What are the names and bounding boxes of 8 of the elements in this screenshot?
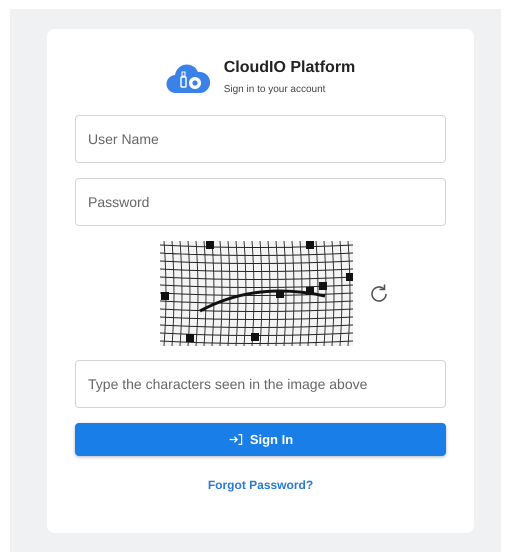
input-field[interactable]: Password <box>75 178 446 226</box>
captcha-field[interactable]: Type the characters seen in the image above <box>75 360 446 408</box>
app-title: CloudIO Platform <box>224 59 356 77</box>
forgot-password-link[interactable]: Forgot Password? <box>208 478 314 492</box>
sign-in-button[interactable]: Sign In <box>75 423 446 456</box>
input-field[interactable]: User Name <box>75 115 446 163</box>
sign-in-icon <box>228 433 244 446</box>
subtitle: Sign in to your account <box>224 84 326 95</box>
